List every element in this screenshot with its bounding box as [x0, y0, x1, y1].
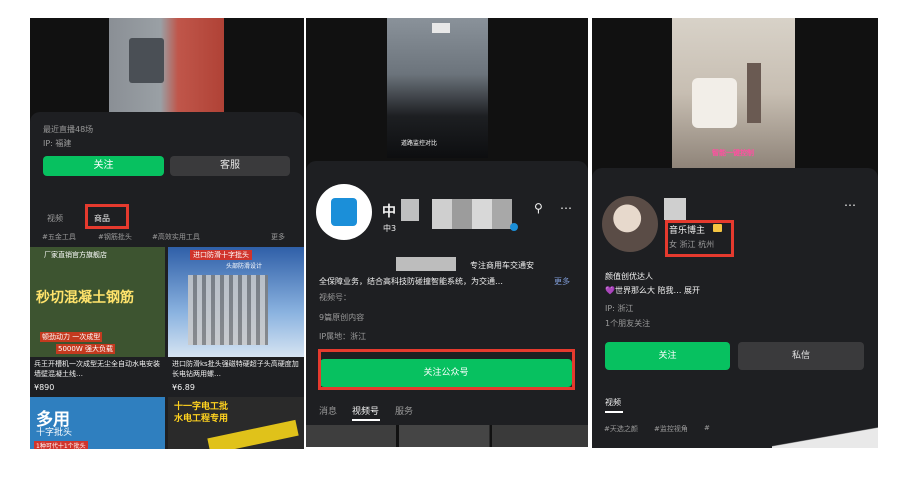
follow-button[interactable]: 关注: [43, 156, 164, 176]
chip-tag[interactable]: #监控视角: [654, 424, 688, 434]
store-profile-screen: 最近直播48场 IP: 福建 关注 客服 视频 商品 #五金工具 #钢筋批头 #…: [30, 18, 304, 449]
product-sub: 十字批头: [36, 428, 73, 438]
user-info-sheet: ⋯ 音乐博主 女 浙江 杭州 颜值创优达人 💜世界那么大 陪我… 展开 IP: …: [592, 168, 878, 448]
description-line1: 专注商用车交通安: [470, 261, 534, 270]
more-icon[interactable]: ⋯: [844, 198, 856, 212]
tab-active-indicator: [605, 411, 623, 413]
user-profile-screen: 智能一键控制 ⋯ 音乐博主 女 浙江 杭州 颜值创优达人 💜世界那么大 陪我… …: [592, 18, 878, 448]
ip-location: IP属地：浙江: [319, 332, 367, 341]
video-caption: 智能一键控制: [712, 149, 754, 157]
product-tag: 1种可代十1个批头: [34, 441, 88, 449]
bio-line2: 💜世界那么大 陪我… 展开: [605, 286, 701, 295]
video-thumbnail[interactable]: 道路监控对比: [387, 18, 488, 158]
chip-tools[interactable]: #高效实用工具: [152, 232, 200, 242]
video-thumbnail[interactable]: 智能一键控制: [672, 18, 795, 168]
ip-location: IP: 福建: [43, 139, 72, 148]
mosaic-block: [396, 257, 456, 271]
product-promo: 顿劲动力 一次成型: [40, 332, 103, 342]
product-banner: 厂家直销官方旗舰店: [44, 251, 107, 259]
mosaic-block: [401, 199, 419, 221]
product-card[interactable]: 十一字电工批 水电工程专用: [168, 397, 304, 449]
live-video-thumbnail[interactable]: [109, 18, 224, 113]
message-button[interactable]: 私信: [738, 342, 864, 370]
tab-channels[interactable]: 视频号: [352, 404, 379, 417]
channel-label: 视频号：: [319, 293, 351, 302]
ip-location: IP: 浙江: [605, 304, 634, 313]
account-avatar: [316, 184, 372, 240]
tab-services[interactable]: 服务: [395, 404, 413, 417]
product-card[interactable]: 进口防滑十字批头 头部防滑设计: [168, 247, 304, 357]
account-name: 中: [382, 204, 396, 220]
chip-bits[interactable]: #钢筋批头: [98, 232, 132, 242]
follow-button-highlight: [318, 349, 575, 390]
chip-tag[interactable]: #天选之颜: [604, 424, 638, 434]
product-price: ¥6.89: [172, 383, 195, 392]
user-info-highlight: [665, 220, 734, 257]
store-info-sheet: 最近直播48场 IP: 福建 关注 客服 视频 商品 #五金工具 #钢筋批头 #…: [30, 112, 304, 449]
video-caption: 道路监控对比: [401, 140, 438, 147]
products-tab-highlight: [85, 204, 129, 229]
search-icon[interactable]: ⚲: [534, 201, 543, 215]
avatar: [602, 196, 658, 252]
product-banner: 进口防滑十字批头: [190, 250, 252, 260]
follow-button[interactable]: 关注: [605, 342, 730, 370]
product-title: 兵王开槽机一次成型无尘全自动水电安装墙壁混凝土线…: [34, 360, 160, 378]
more-icon[interactable]: ⋯: [560, 201, 572, 215]
tab-active-indicator: [352, 419, 380, 421]
tab-videos[interactable]: 视频: [47, 213, 63, 224]
torn-edge: [772, 426, 878, 448]
product-card[interactable]: 厂家直销官方旗舰店 秒切混凝土钢筋 顿劲动力 一次成型 5000W 强大负载: [30, 247, 165, 357]
article-count: 9篇原创内容: [319, 313, 365, 322]
customer-service-button[interactable]: 客服: [170, 156, 290, 176]
chip-tag[interactable]: #: [704, 424, 710, 432]
product-headline: 秒切混凝土钢筋: [36, 290, 134, 306]
description-line2: 全保障业务，结合高科技防碰撞智能系统，为交通…: [319, 277, 503, 286]
product-price: ¥890: [34, 383, 55, 392]
tab-videos[interactable]: 视频: [605, 397, 621, 408]
account-info-sheet: 中 中3 ⚲ ⋯ 专注商用车交通安 全保障业务，结合高科技防碰撞智能系统，为交通…: [306, 161, 588, 447]
product-sub: 头部防滑设计: [226, 263, 263, 270]
chip-more[interactable]: 更多: [271, 232, 285, 242]
product-power: 5000W 强大负载: [56, 344, 115, 354]
product-sub: 水电工程专用: [174, 414, 229, 424]
mosaic-block: [664, 198, 686, 220]
product-card[interactable]: 多用 十字批头 1种可代十1个批头: [30, 397, 165, 449]
verified-icon: [510, 223, 518, 231]
tab-messages[interactable]: 消息: [319, 404, 337, 417]
video-grid-preview: [306, 425, 588, 447]
official-account-screen: 道路监控对比 中 中3 ⚲ ⋯ 专注商用车交通安 全保障业务，结合高科技防碰撞智…: [306, 18, 588, 447]
mosaic-block: [432, 199, 512, 229]
description-more-link[interactable]: 更多: [554, 276, 570, 287]
bio-line1: 颜值创优达人: [605, 272, 653, 281]
friends-following: 1个朋友关注: [605, 319, 651, 328]
account-name-sub: 中3: [383, 224, 397, 233]
live-count: 最近直播48场: [43, 125, 94, 134]
product-title: 进口防滑ks批头强磁特硬超子头高硬度加长电钻两用螺…: [172, 360, 299, 378]
chip-hardware[interactable]: #五金工具: [42, 232, 76, 242]
